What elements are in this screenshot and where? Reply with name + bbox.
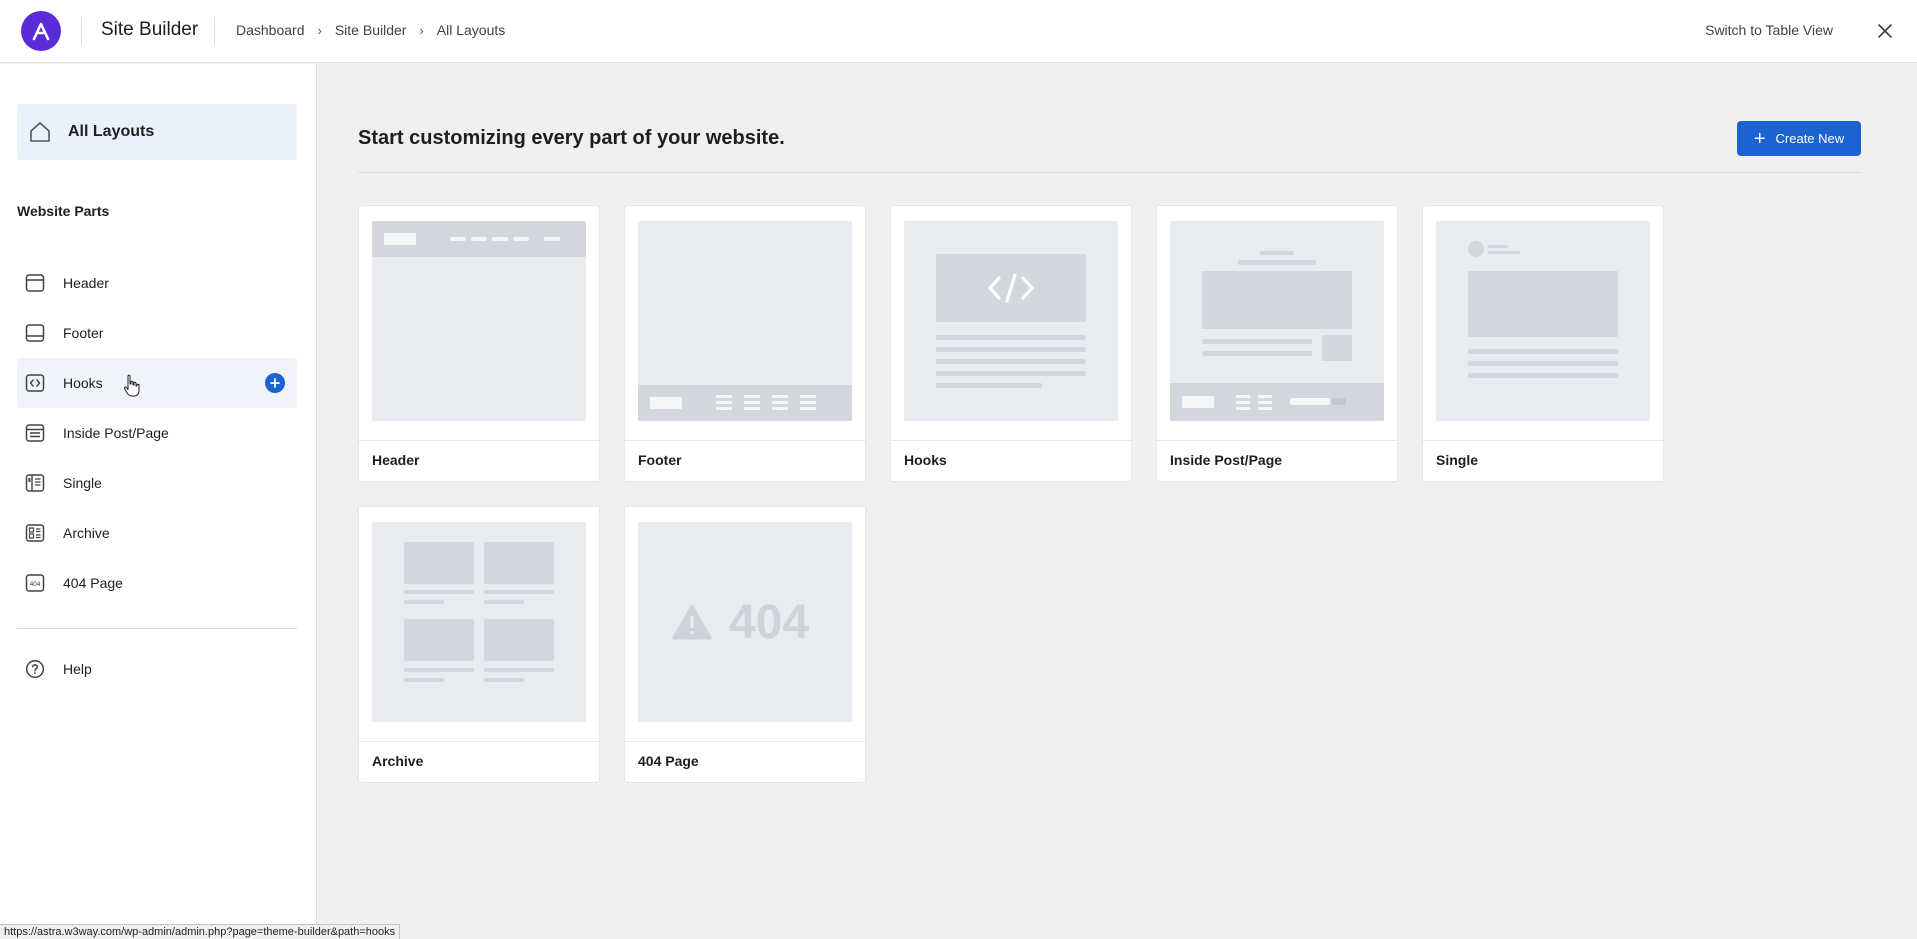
- chevron-right-icon: ›: [317, 22, 322, 38]
- card-label: Hooks: [904, 452, 947, 468]
- layout-card-inside-post-page[interactable]: Inside Post/Page: [1156, 205, 1398, 482]
- header-icon: [24, 272, 46, 294]
- single-icon: [24, 472, 46, 494]
- code-icon: [24, 372, 46, 394]
- breadcrumb-all-layouts: All Layouts: [436, 22, 506, 38]
- help-label: Help: [63, 661, 92, 677]
- sidebar-item-label: Inside Post/Page: [63, 425, 169, 441]
- status-bar-url: https://astra.w3way.com/wp-admin/admin.p…: [0, 924, 401, 939]
- app-title: Site Builder: [101, 19, 199, 40]
- divider: [81, 18, 82, 45]
- sidebar-item-single[interactable]: Single: [17, 458, 297, 508]
- card-label: Inside Post/Page: [1170, 452, 1283, 468]
- layout-card-single[interactable]: Single: [1422, 205, 1664, 482]
- header-thumbnail: [372, 221, 586, 421]
- page-heading: Start customizing every part of your web…: [358, 127, 785, 149]
- card-label: Archive: [372, 753, 424, 769]
- archive-icon: [24, 522, 46, 544]
- layout-card-footer[interactable]: Footer: [624, 205, 866, 482]
- card-label: Footer: [638, 452, 682, 468]
- footer-thumbnail: [638, 221, 852, 421]
- help-icon: [24, 658, 46, 680]
- top-bar: Site Builder Dashboard › Site Builder › …: [0, 0, 1917, 63]
- card-footer: Footer: [625, 440, 865, 482]
- home-icon: [27, 119, 53, 145]
- sidebar-item-all-layouts[interactable]: All Layouts: [17, 104, 297, 160]
- sidebar-item-label: All Layouts: [68, 123, 155, 140]
- sidebar-item-label: Header: [63, 275, 109, 291]
- hand-cursor-icon: [123, 374, 141, 398]
- inside-post-icon: [24, 422, 46, 444]
- switch-to-table-view-link[interactable]: Switch to Table View: [1705, 22, 1833, 38]
- website-parts-nav: Header Footer Hooks Inside Post/Page Sin…: [17, 258, 297, 608]
- footer-icon: [24, 322, 46, 344]
- sidebar-item-label: Footer: [63, 325, 104, 341]
- card-footer: Archive: [359, 741, 599, 783]
- 404-thumbnail: 404: [638, 522, 852, 722]
- card-footer: Single: [1423, 440, 1663, 482]
- layout-card-header[interactable]: Header: [358, 205, 600, 482]
- divider: [214, 18, 215, 45]
- sidebar-item-404-page[interactable]: 404 404 Page: [17, 558, 297, 608]
- sidebar-item-header[interactable]: Header: [17, 258, 297, 308]
- breadcrumb-site-builder[interactable]: Site Builder: [335, 22, 407, 38]
- card-footer: 404 Page: [625, 741, 865, 783]
- sidebar-item-footer[interactable]: Footer: [17, 308, 297, 358]
- sidebar-item-help[interactable]: Help: [17, 644, 297, 694]
- breadcrumb-dashboard[interactable]: Dashboard: [236, 22, 305, 38]
- breadcrumb: Dashboard › Site Builder › All Layouts: [236, 22, 505, 38]
- sidebar-item-inside-post-page[interactable]: Inside Post/Page: [17, 408, 297, 458]
- 404-icon: 404: [24, 572, 46, 594]
- hooks-thumbnail: [904, 221, 1118, 421]
- create-new-label: Create New: [1775, 131, 1845, 146]
- sidebar-item-label: Archive: [63, 525, 110, 541]
- card-footer: Header: [359, 440, 599, 482]
- svg-text:404: 404: [30, 581, 41, 588]
- inside-post-thumbnail: [1170, 221, 1384, 421]
- card-label: Header: [372, 452, 420, 468]
- astra-logo-icon[interactable]: [21, 11, 61, 51]
- sidebar-item-hooks[interactable]: Hooks: [17, 358, 297, 408]
- add-hooks-button[interactable]: [265, 373, 285, 393]
- create-new-button[interactable]: + Create New: [1737, 121, 1861, 156]
- divider: [17, 628, 297, 629]
- sidebar-item-label: Hooks: [63, 375, 103, 391]
- single-thumbnail: [1436, 221, 1650, 421]
- card-footer: Hooks: [891, 440, 1131, 482]
- card-label: 404 Page: [638, 753, 699, 769]
- chevron-right-icon: ›: [419, 22, 424, 38]
- plus-icon: +: [1753, 127, 1766, 150]
- sidebar: All Layouts Website Parts Header Footer …: [0, 64, 317, 939]
- 404-thumb-text: 404: [729, 596, 809, 649]
- section-title: Website Parts: [17, 203, 110, 219]
- main-content: Start customizing every part of your web…: [318, 64, 1917, 939]
- layout-card-hooks[interactable]: Hooks: [890, 205, 1132, 482]
- sidebar-item-label: Single: [63, 475, 102, 491]
- close-icon[interactable]: [1873, 19, 1897, 43]
- archive-thumbnail: [372, 522, 586, 722]
- card-label: Single: [1436, 452, 1479, 468]
- divider: [358, 172, 1861, 173]
- layout-card-404-page[interactable]: 404 404 Page: [624, 506, 866, 783]
- sidebar-item-label: 404 Page: [63, 575, 123, 591]
- sidebar-item-archive[interactable]: Archive: [17, 508, 297, 558]
- layout-card-archive[interactable]: Archive: [358, 506, 600, 783]
- card-footer: Inside Post/Page: [1157, 440, 1397, 482]
